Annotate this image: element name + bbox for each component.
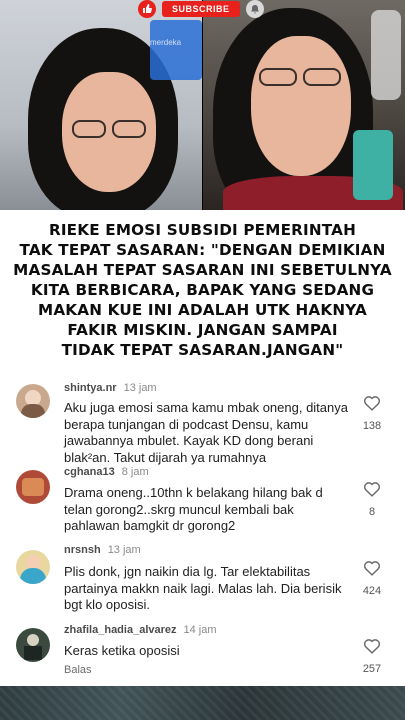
headline-line: TIDAK TEPAT SASARAN.JANGAN" bbox=[61, 341, 344, 359]
subscribe-button[interactable]: SUBSCRIBE bbox=[162, 1, 240, 17]
headline-caption: RIEKE EMOSI SUBSIDI PEMERINTAH TAK TEPAT… bbox=[0, 210, 405, 378]
headline-line: FAKIR MISKIN. JANGAN SAMPAI bbox=[67, 321, 338, 339]
comment-text: Drama oneng..10thn k belakang hilang bak… bbox=[64, 485, 323, 533]
like-count: 257 bbox=[362, 663, 382, 675]
comment-time: 13 jam bbox=[107, 544, 141, 556]
headline-line: RIEKE EMOSI SUBSIDI PEMERINTAH bbox=[48, 221, 357, 239]
like-button[interactable]: 257 bbox=[355, 638, 389, 675]
heart-icon[interactable] bbox=[363, 395, 381, 411]
like-count: 424 bbox=[362, 585, 382, 597]
video-frame: SUBSCRIBE merdeka bbox=[0, 0, 405, 210]
subscribe-bar: SUBSCRIBE bbox=[138, 0, 264, 18]
heart-icon[interactable] bbox=[363, 481, 381, 497]
headline-line: MAKAN KUE INI ADALAH UTK HAKNYA bbox=[38, 301, 367, 319]
comment-time: 8 jam bbox=[121, 466, 149, 478]
avatar[interactable] bbox=[16, 628, 50, 662]
comments-panel: shintya.nr 13 jam Aku juga emosi sama ka… bbox=[0, 378, 405, 686]
thumbs-up-icon[interactable] bbox=[138, 0, 156, 18]
speaker-photo-right bbox=[203, 0, 405, 210]
watermark: merdeka bbox=[150, 38, 182, 47]
video-background-strip bbox=[0, 686, 405, 720]
comment-time: 14 jam bbox=[183, 624, 217, 636]
comment-username[interactable]: cghana13 bbox=[64, 466, 115, 478]
avatar[interactable] bbox=[16, 470, 50, 504]
heart-icon[interactable] bbox=[363, 638, 381, 654]
headline-line: MASALAH TEPAT SASARAN INI SEBETULNYA bbox=[13, 261, 392, 279]
comment-text: Aku juga emosi sama kamu mbak oneng, dit… bbox=[64, 400, 348, 465]
comment-username[interactable]: nrsnsh bbox=[64, 544, 101, 556]
speaker-photo-left bbox=[0, 0, 202, 210]
comment-username[interactable]: shintya.nr bbox=[64, 382, 117, 394]
like-button[interactable]: 8 bbox=[355, 481, 389, 518]
headline-line: KITA BERBICARA, BAPAK YANG SEDANG bbox=[30, 281, 375, 299]
bell-icon[interactable] bbox=[245, 0, 264, 18]
like-button[interactable]: 424 bbox=[355, 560, 389, 597]
comment-text: Plis donk, jgn naikin dia lg. Tar elekta… bbox=[64, 564, 342, 612]
like-count: 8 bbox=[368, 506, 376, 518]
headline-line: TAK TEPAT SASARAN: "DENGAN DEMIKIAN bbox=[19, 241, 386, 259]
heart-icon[interactable] bbox=[363, 560, 381, 576]
comment-username[interactable]: zhafila_hadia_alvarez bbox=[64, 624, 177, 636]
avatar[interactable] bbox=[16, 550, 50, 584]
comment-text: Keras ketika oposisi bbox=[64, 643, 180, 658]
avatar[interactable] bbox=[16, 384, 50, 418]
like-button[interactable]: 138 bbox=[355, 395, 389, 432]
reply-button[interactable]: Balas bbox=[64, 664, 92, 676]
comment-time: 13 jam bbox=[123, 382, 157, 394]
like-count: 138 bbox=[362, 420, 382, 432]
